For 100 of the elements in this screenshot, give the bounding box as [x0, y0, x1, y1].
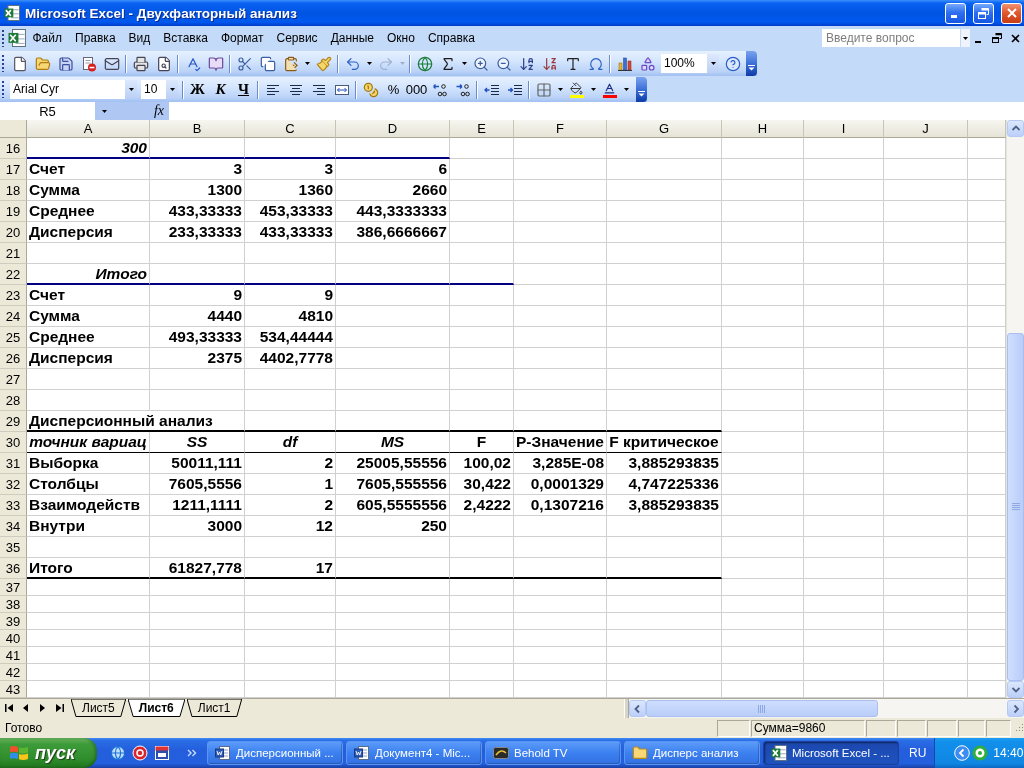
- row-header[interactable]: 39: [0, 613, 27, 630]
- scroll-thumb[interactable]: [646, 700, 878, 717]
- taskbar-button[interactable]: Документ4 - Mic...: [346, 741, 482, 765]
- column-header[interactable]: G: [607, 120, 722, 138]
- status-panel: [866, 719, 896, 737]
- menu-item[interactable]: Данные: [324, 29, 381, 47]
- scroll-left-button[interactable]: [629, 700, 646, 717]
- menu-item[interactable]: Формат: [214, 29, 271, 47]
- zoom-box[interactable]: 100%: [661, 54, 719, 73]
- minimize-button[interactable]: [945, 2, 966, 24]
- row-header[interactable]: 31: [0, 453, 27, 474]
- close-button[interactable]: [1001, 2, 1022, 24]
- column-header[interactable]: D: [336, 120, 450, 138]
- column-header[interactable]: A: [27, 120, 150, 138]
- scroll-down-button[interactable]: [1007, 681, 1024, 698]
- table-cell: Среднее: [27, 201, 150, 222]
- row-header[interactable]: 28: [0, 390, 27, 411]
- row-header[interactable]: 18: [0, 180, 27, 201]
- font-box[interactable]: Arial Cyr: [10, 80, 137, 99]
- row-header[interactable]: 36: [0, 558, 27, 579]
- row-header[interactable]: 43: [0, 681, 27, 698]
- ring-icon[interactable]: [972, 745, 989, 761]
- scroll-up-button[interactable]: [1007, 120, 1024, 137]
- row-header[interactable]: 35: [0, 537, 27, 558]
- taskbar-button[interactable]: Дисперс анализ: [624, 741, 760, 765]
- row-header[interactable]: 17: [0, 159, 27, 180]
- quick-launch-button[interactable]: [129, 742, 151, 764]
- taskbar-button[interactable]: Behold TV: [485, 741, 621, 765]
- number-format-button[interactable]: 000: [405, 78, 428, 101]
- name-box[interactable]: R5: [0, 102, 95, 120]
- start-button[interactable]: пуск: [0, 738, 97, 768]
- row-header[interactable]: 24: [0, 306, 27, 327]
- column-header[interactable]: E: [450, 120, 514, 138]
- row-header[interactable]: 37: [0, 579, 27, 596]
- row-header[interactable]: 21: [0, 243, 27, 264]
- menu-item[interactable]: Окно: [380, 29, 422, 47]
- number-format-button[interactable]: %: [382, 78, 405, 101]
- row-header[interactable]: 29: [0, 411, 27, 432]
- grip-handle[interactable]: [2, 55, 6, 72]
- underline-button[interactable]: Ч: [232, 78, 255, 101]
- caret-icon: [623, 88, 629, 91]
- taskbar-button[interactable]: Дисперсионный ...: [207, 741, 343, 765]
- formula-field[interactable]: [169, 102, 1024, 120]
- folder-icon: [34, 55, 51, 72]
- table-cell: P-Значение: [514, 432, 607, 453]
- column-header[interactable]: J: [884, 120, 968, 138]
- column-header[interactable]: C: [245, 120, 336, 138]
- row-header[interactable]: 20: [0, 222, 27, 243]
- scroll-thumb[interactable]: [1007, 333, 1024, 681]
- vertical-scrollbar[interactable]: [1006, 120, 1024, 698]
- row-header[interactable]: 27: [0, 369, 27, 390]
- row-header[interactable]: 32: [0, 474, 27, 495]
- row-header[interactable]: 33: [0, 495, 27, 516]
- row-header[interactable]: 19: [0, 201, 27, 222]
- sheet-tab[interactable]: Лист6: [127, 699, 185, 717]
- grip-handle[interactable]: [2, 81, 6, 98]
- toolbar-options-button[interactable]: [636, 77, 647, 102]
- bold-button[interactable]: Ж: [186, 78, 209, 101]
- dropdown-button[interactable]: [125, 80, 137, 99]
- dropdown-button[interactable]: [166, 80, 178, 99]
- row-header[interactable]: 34: [0, 516, 27, 537]
- grip-handle[interactable]: [2, 29, 6, 47]
- scroll-right-button[interactable]: [1007, 700, 1024, 717]
- row-header[interactable]: 42: [0, 664, 27, 681]
- italic-button[interactable]: К: [209, 78, 232, 101]
- language-indicator[interactable]: RU: [909, 746, 927, 760]
- menu-item[interactable]: Вставка: [156, 29, 215, 47]
- sheet-tab[interactable]: Лист1: [186, 699, 242, 717]
- dropdown-button[interactable]: [707, 54, 719, 73]
- toolbar-options-button[interactable]: [746, 51, 757, 76]
- menu-item[interactable]: Справка: [421, 29, 482, 47]
- row-header[interactable]: 41: [0, 647, 27, 664]
- window-title: Microsoft Excel - Двухфакторный анализ: [25, 5, 297, 21]
- row-header[interactable]: 16: [0, 138, 27, 159]
- menu-item[interactable]: Файл: [26, 29, 69, 47]
- table-cell: 1211,1111: [150, 495, 245, 516]
- chevron-left-icon[interactable]: [954, 745, 971, 761]
- dropdown-button[interactable]: [960, 29, 970, 47]
- tab-split-handle[interactable]: [624, 699, 629, 718]
- row-header[interactable]: 23: [0, 285, 27, 306]
- column-header[interactable]: I: [804, 120, 884, 138]
- menu-item[interactable]: Вид: [122, 29, 157, 47]
- menu-item[interactable]: Сервис: [270, 29, 325, 47]
- column-header[interactable]: B: [150, 120, 245, 138]
- menu-item[interactable]: Правка: [68, 29, 123, 47]
- row-header[interactable]: 26: [0, 348, 27, 369]
- help-search-field[interactable]: Введите вопрос: [822, 29, 960, 47]
- taskbar-button[interactable]: Microsoft Excel - ...: [763, 741, 899, 765]
- font-size-box[interactable]: 10: [141, 80, 178, 99]
- sheet-tab[interactable]: Лист5: [71, 699, 126, 717]
- row-header[interactable]: 25: [0, 327, 27, 348]
- row-header[interactable]: 40: [0, 630, 27, 647]
- column-header[interactable]: H: [722, 120, 804, 138]
- column-header[interactable]: F: [514, 120, 607, 138]
- row-header[interactable]: 38: [0, 596, 27, 613]
- horizontal-scrollbar[interactable]: [629, 699, 1024, 718]
- row-header[interactable]: 22: [0, 264, 27, 285]
- restore-button[interactable]: [973, 2, 994, 24]
- insert-function-button[interactable]: fx: [149, 102, 169, 120]
- row-header[interactable]: 30: [0, 432, 27, 453]
